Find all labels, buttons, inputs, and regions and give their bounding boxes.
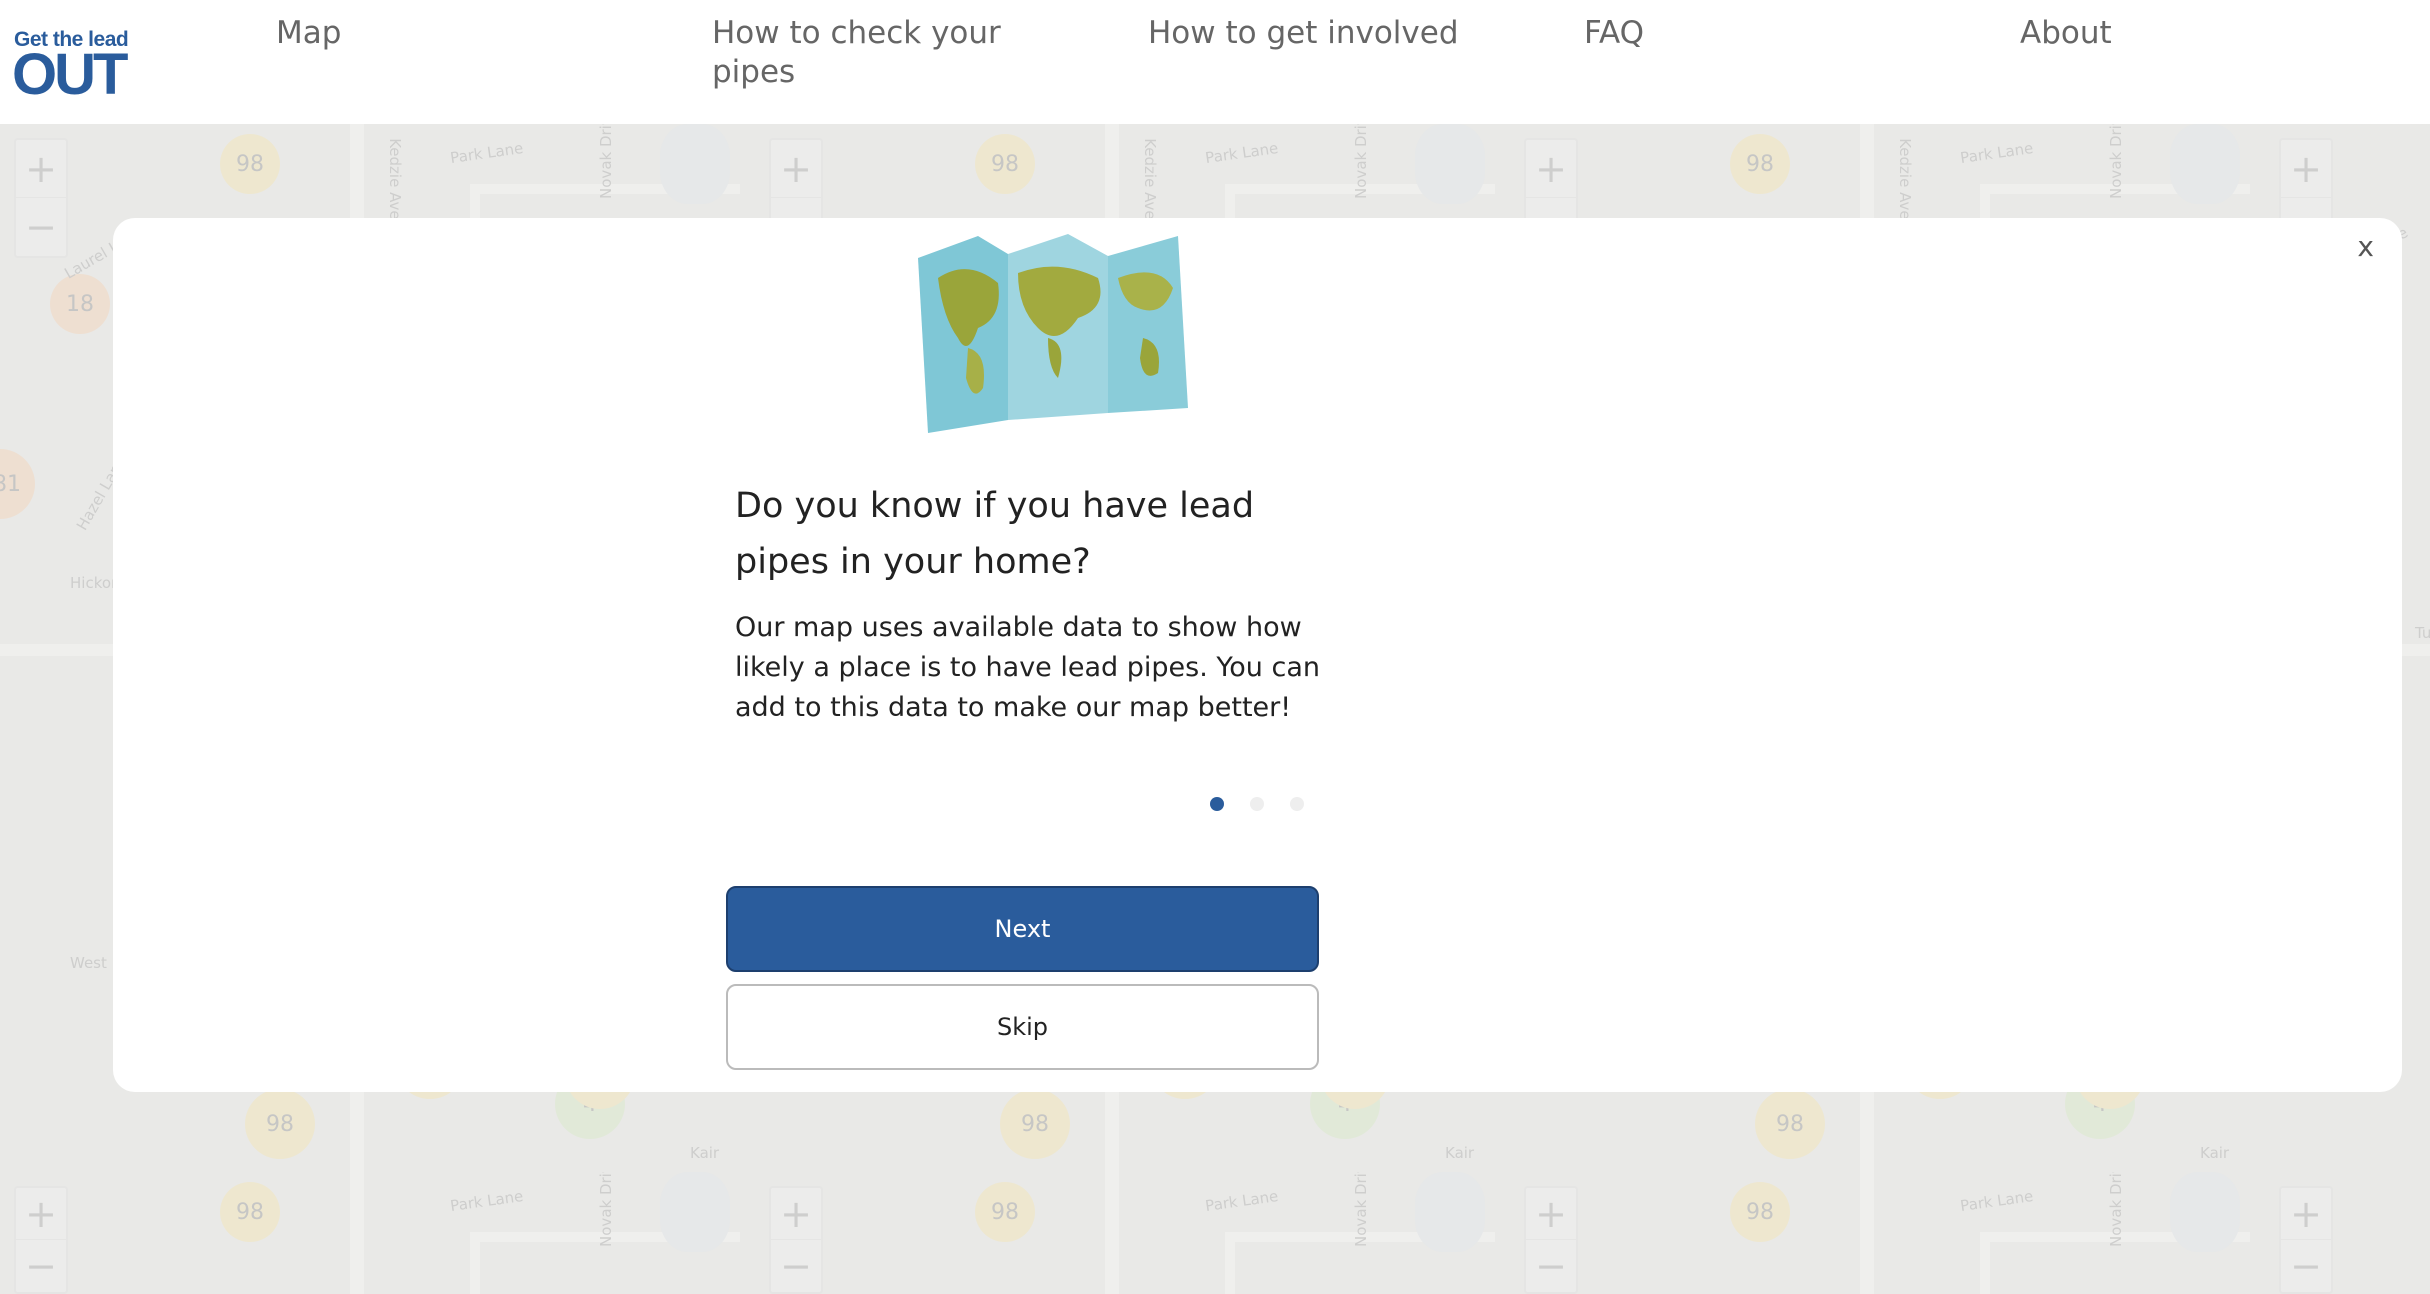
nav-how-to-check-pipes[interactable]: How to check your pipes xyxy=(712,14,1042,92)
modal-heading: Do you know if you have lead pipes in yo… xyxy=(735,486,1255,582)
header: Get the lead OUT Map How to check your p… xyxy=(0,0,2430,124)
pagination-dot-3[interactable] xyxy=(1290,797,1304,811)
logo-text-out: OUT xyxy=(12,42,128,107)
nav-how-to-get-involved[interactable]: How to get involved xyxy=(1148,14,1459,53)
nav-faq[interactable]: FAQ xyxy=(1584,14,1644,53)
nav-map[interactable]: Map xyxy=(276,14,341,53)
skip-button[interactable]: Skip xyxy=(726,984,1319,1070)
nav-about[interactable]: About xyxy=(2020,14,2112,53)
close-button[interactable]: x xyxy=(2357,230,2374,263)
logo[interactable]: Get the lead OUT xyxy=(12,28,142,104)
next-button[interactable]: Next xyxy=(726,886,1319,972)
onboarding-modal: x Do you know if you have lead pipes in … xyxy=(113,218,2402,1092)
pagination-dot-2[interactable] xyxy=(1250,797,1264,811)
modal-body-text: Our map uses available data to show how … xyxy=(735,612,1320,723)
pagination-dot-1[interactable] xyxy=(1210,797,1224,811)
world-map-illustration xyxy=(918,234,1188,433)
